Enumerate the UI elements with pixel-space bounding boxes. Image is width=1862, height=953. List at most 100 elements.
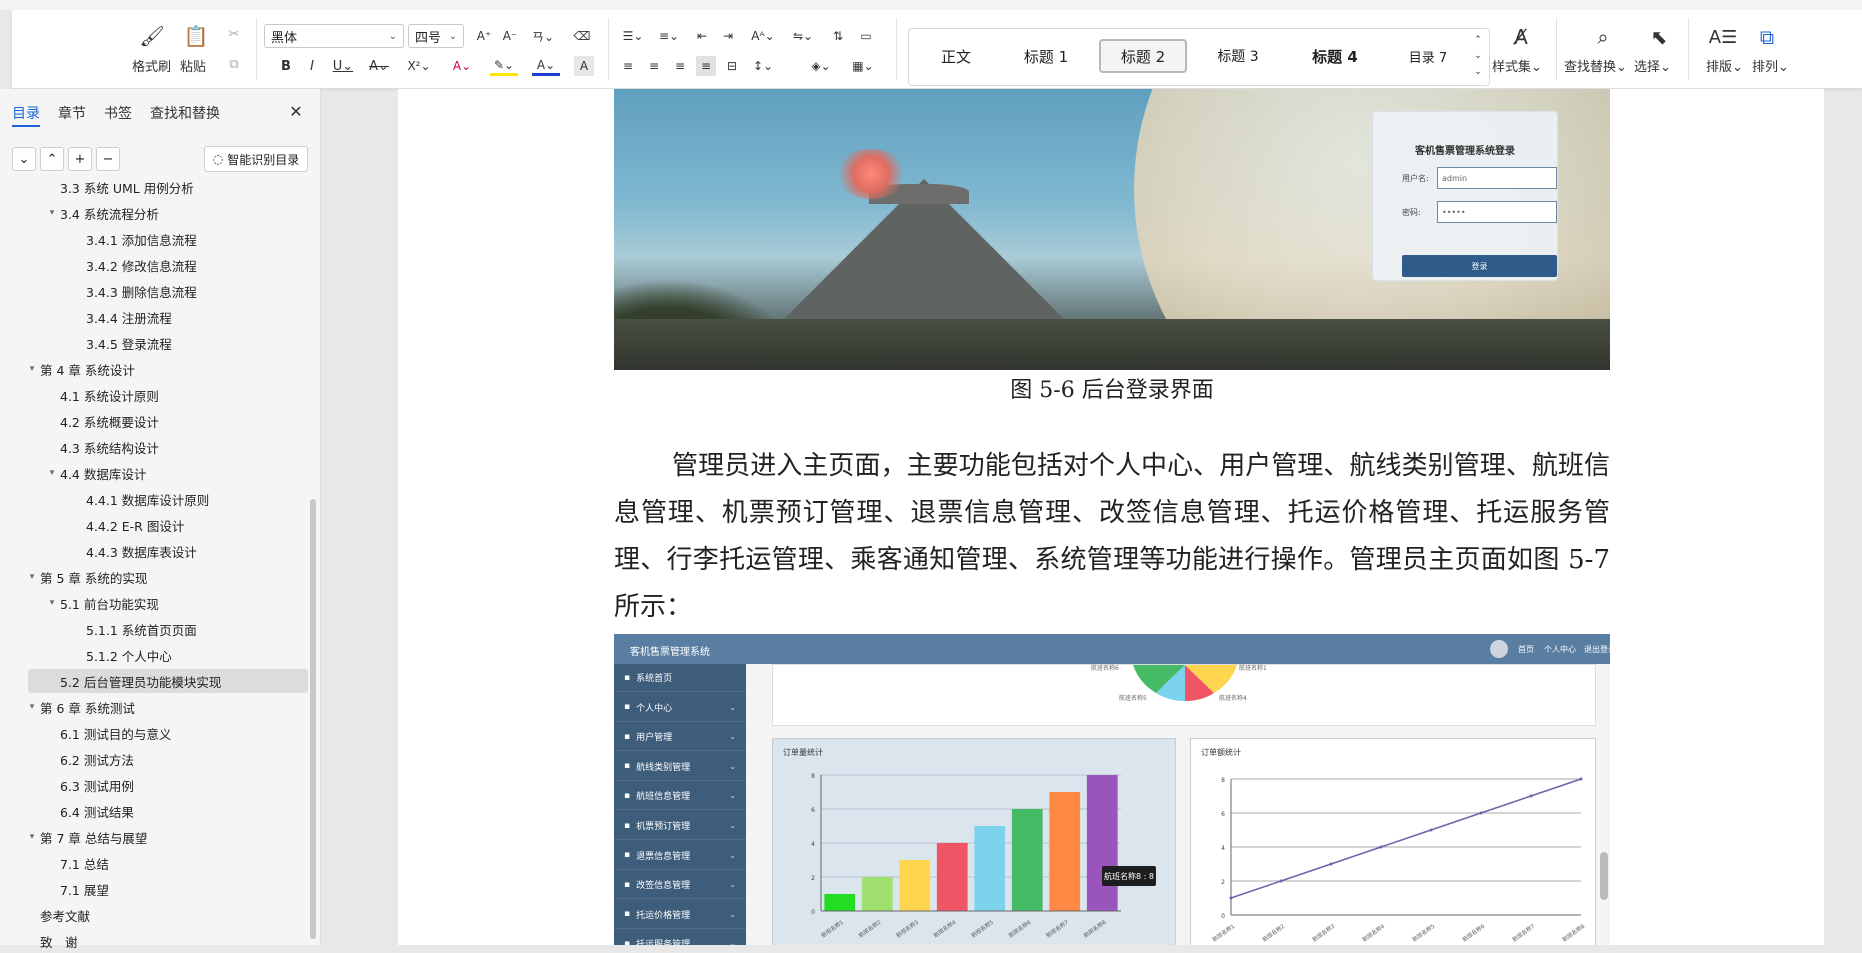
expand-gallery-icon[interactable]: ⌄ [1471, 65, 1485, 79]
style-set-icon[interactable]: A̸ [1508, 24, 1534, 50]
toc-item[interactable]: 3.4.5 登录流程 [28, 331, 308, 355]
toc-item[interactable]: 6.1 测试目的与意义 [28, 721, 308, 745]
shrink-font-icon[interactable]: A⁻ [500, 26, 520, 46]
chevron-up-icon[interactable]: ⌃ [1471, 33, 1485, 47]
toc-item[interactable]: 6.3 测试用例 [28, 773, 308, 797]
toc-item[interactable]: 4.2 系统概要设计 [28, 409, 308, 433]
style-heading-4[interactable]: 标题 4 [1293, 39, 1377, 73]
tab-find-replace[interactable]: 查找和替换 [150, 103, 220, 123]
toc-item[interactable]: 3.4.2 修改信息流程 [28, 253, 308, 277]
underline-icon[interactable]: U⌄ [330, 56, 356, 76]
style-heading-1[interactable]: 标题 1 [1007, 39, 1085, 73]
tab-toc[interactable]: 目录 [12, 103, 40, 123]
font-size-select[interactable]: 四号 ⌄ [408, 24, 464, 48]
clear-format-icon[interactable]: ⌫ [572, 26, 592, 46]
font-name-select[interactable]: 黑体 ⌄ [264, 24, 404, 48]
arrange-icon[interactable]: ⧉ [1754, 24, 1780, 50]
smart-toc-button[interactable]: ◌ 智能识别目录 [204, 146, 308, 172]
highlight-icon[interactable]: ✎⌄ [490, 56, 518, 76]
numbering-icon[interactable]: ≡⌄ [654, 26, 684, 46]
toc-item[interactable]: ▾ 第 7 章 总结与展望 [24, 825, 304, 849]
toc-item[interactable]: 3.4.3 删除信息流程 [28, 279, 308, 303]
style-normal[interactable]: 正文 [917, 39, 995, 73]
align-center-icon[interactable]: ≡ [644, 56, 664, 76]
show-marks-icon[interactable]: ▭ [856, 26, 876, 46]
expand-triangle-icon[interactable]: ▾ [24, 702, 40, 712]
decrease-indent-icon[interactable]: ⇤ [692, 26, 712, 46]
toc-item[interactable]: 4.1 系统设计原则 [28, 383, 308, 407]
toc-item[interactable]: 4.4.2 E-R 图设计 [28, 513, 308, 537]
toc-item[interactable]: 7.1 总结 [28, 851, 308, 875]
layout-button[interactable]: 排版⌄ [1706, 56, 1743, 75]
toc-item[interactable]: 4.4.3 数据库表设计 [28, 539, 308, 563]
style-heading-2[interactable]: 标题 2 [1099, 39, 1187, 73]
tab-chapters[interactable]: 章节 [58, 103, 86, 123]
toc-item[interactable]: 参考文献 [24, 903, 304, 927]
toc-item[interactable]: ▾ 第 5 章 系统的实现 [24, 565, 304, 589]
copy-icon[interactable]: ⧉ [224, 54, 244, 74]
toc-item[interactable]: ▾ 第 4 章 系统设计 [24, 357, 304, 381]
align-left-icon[interactable]: ≡ [618, 56, 638, 76]
distribute-icon[interactable]: ⊟ [722, 56, 742, 76]
shading-icon[interactable]: ◈⌄ [806, 56, 836, 76]
chevron-down-icon[interactable]: ⌄ [12, 147, 36, 171]
body-paragraph[interactable]: 管理员进入主页面，主要功能包括对个人中心、用户管理、航线类别管理、航班信息管理、… [614, 443, 1610, 631]
paste-button[interactable]: 粘贴 [180, 56, 206, 75]
format-painter-label[interactable]: 格式刷 [132, 56, 171, 75]
toc-scrollbar[interactable] [310, 499, 316, 939]
find-replace-button[interactable]: 查找替换⌄ [1564, 56, 1627, 75]
font-color-icon[interactable]: A⌄ [532, 56, 560, 76]
text-effect-icon[interactable]: A⌄ [448, 56, 476, 76]
toc-item[interactable]: 3.3 系统 UML 用例分析 [28, 175, 308, 199]
chevron-up-icon[interactable]: ⌃ [40, 147, 64, 171]
select-button[interactable]: 选择⌄ [1634, 56, 1671, 75]
minus-icon[interactable]: − [96, 147, 120, 171]
grow-font-icon[interactable]: A⁺ [474, 26, 494, 46]
plus-icon[interactable]: + [68, 147, 92, 171]
char-scale-icon[interactable]: Aᴬ⌄ [748, 26, 778, 46]
style-heading-3[interactable]: 标题 3 [1199, 39, 1277, 73]
align-right-icon[interactable]: ≡ [670, 56, 690, 76]
chevron-down-icon[interactable]: ⌄ [1471, 49, 1485, 63]
search-icon[interactable]: ⌕ [1590, 24, 1616, 50]
line-spacing-icon[interactable]: ↕⌄ [748, 56, 778, 76]
borders-icon[interactable]: ▦⌄ [848, 56, 878, 76]
text-direction-icon[interactable]: ⇋⌄ [788, 26, 818, 46]
strikethrough-icon[interactable]: A⌄ [366, 56, 392, 76]
toc-item[interactable]: 4.3 系统结构设计 [28, 435, 308, 459]
toc-item[interactable]: ▾ 3.4 系统流程分析 [28, 201, 308, 225]
toc-item[interactable]: ▾ 第 6 章 系统测试 [24, 695, 304, 719]
toc-item[interactable]: ▾ 5.1 前台功能实现 [28, 591, 308, 615]
toc-item[interactable]: 5.2 后台管理员功能模块实现 [28, 669, 308, 693]
layout-icon[interactable]: A☰ [1709, 24, 1737, 50]
char-shading-icon[interactable]: A [574, 56, 594, 76]
arrange-button[interactable]: 排列⌄ [1752, 56, 1789, 75]
phonetic-icon[interactable]: ㄢ⌄ [528, 26, 558, 46]
style-set-button[interactable]: 样式集⌄ [1492, 56, 1542, 75]
toc-item[interactable]: ▾ 4.4 数据库设计 [28, 461, 308, 485]
increase-indent-icon[interactable]: ⇥ [718, 26, 738, 46]
close-icon[interactable]: ✕ [286, 101, 306, 121]
expand-triangle-icon[interactable]: ▾ [24, 364, 40, 374]
format-painter-icon[interactable]: 🖌 [139, 24, 164, 48]
expand-triangle-icon[interactable]: ▾ [44, 598, 60, 608]
cursor-icon[interactable]: ⬉ [1646, 24, 1672, 50]
style-toc-7[interactable]: 目录 7 [1391, 39, 1465, 73]
toc-item[interactable]: 3.4.4 注册流程 [28, 305, 308, 329]
toc-item[interactable]: 5.1.2 个人中心 [28, 643, 308, 667]
toc-item[interactable]: 7.1 展望 [28, 877, 308, 901]
expand-triangle-icon[interactable]: ▾ [44, 468, 60, 478]
toc-item[interactable]: 致 谢 [24, 929, 304, 953]
toc-item[interactable]: 4.4.1 数据库设计原则 [28, 487, 308, 511]
expand-triangle-icon[interactable]: ▾ [44, 208, 60, 218]
expand-triangle-icon[interactable]: ▾ [24, 832, 40, 842]
sort-icon[interactable]: ⇅ [828, 26, 848, 46]
toc-item[interactable]: 5.1.1 系统首页页面 [28, 617, 308, 641]
toc-item[interactable]: 6.2 测试方法 [28, 747, 308, 771]
superscript-icon[interactable]: X²⌄ [404, 56, 434, 76]
toc-item[interactable]: 6.4 测试结果 [28, 799, 308, 823]
expand-triangle-icon[interactable]: ▾ [24, 572, 40, 582]
tab-bookmarks[interactable]: 书签 [104, 103, 132, 123]
bullets-icon[interactable]: ☰⌄ [618, 26, 648, 46]
italic-icon[interactable]: I [302, 56, 322, 76]
